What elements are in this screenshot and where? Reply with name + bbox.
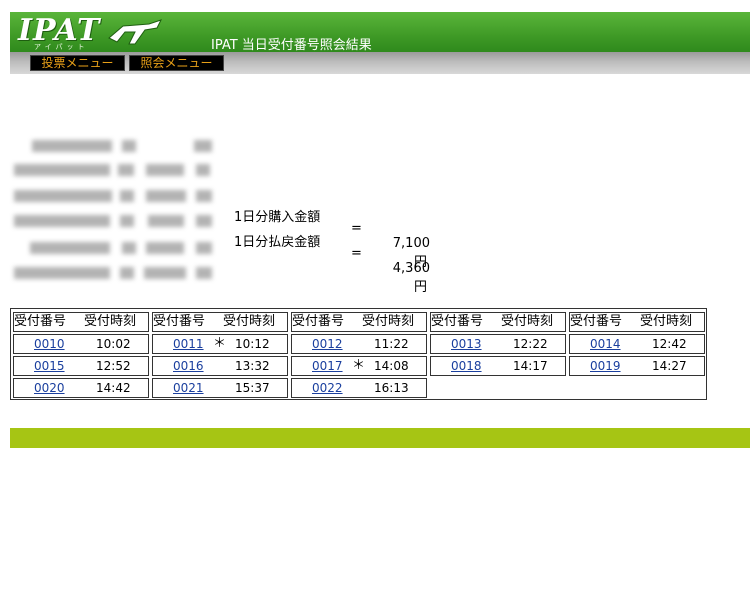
- receipt-time: 12:22: [513, 337, 548, 351]
- receipt-number-link[interactable]: 0020: [34, 379, 65, 397]
- header-cell: 受付番号 受付時刻: [430, 312, 566, 332]
- header-time-label: 受付時刻: [84, 314, 137, 329]
- receipt-number-link[interactable]: 0016: [173, 357, 204, 375]
- logo-subtitle: アイパット: [34, 43, 89, 51]
- receipt-cell: 0015 12:52: [13, 356, 149, 376]
- refund-equals: =: [351, 246, 362, 261]
- receipt-number-link[interactable]: 0017: [312, 357, 343, 375]
- receipt-cell: 0012 11:22: [291, 334, 427, 354]
- header-time-label: 受付時刻: [362, 314, 415, 329]
- receipt-time: 11:22: [374, 337, 409, 351]
- receipt-time: 14:42: [96, 381, 131, 395]
- header-cell: 受付番号 受付時刻: [569, 312, 705, 332]
- purchase-equals: =: [351, 221, 362, 236]
- nav-bar: 投票メニュー 照会メニュー: [10, 52, 750, 74]
- header-number-label: 受付番号: [292, 314, 345, 329]
- header-number-label: 受付番号: [14, 314, 67, 329]
- header-number-label: 受付番号: [153, 314, 206, 329]
- purchase-value: 7,100: [392, 236, 430, 251]
- receipt-time: 10:02: [96, 337, 131, 351]
- account-info-redacted: [14, 138, 214, 290]
- footer-bar: [10, 428, 750, 448]
- receipt-time: 15:37: [235, 381, 270, 395]
- receipt-number-link[interactable]: 0015: [34, 357, 65, 375]
- receipt-cell: 0020 14:42: [13, 378, 149, 398]
- refund-label: 1日分払戻金額: [234, 235, 321, 250]
- receipt-cell: 0011 ＊ 10:12: [152, 334, 288, 354]
- refund-value: 4,360: [392, 261, 430, 276]
- receipt-cell: 0017 ＊ 14:08: [291, 356, 427, 376]
- receipt-time: 14:17: [513, 359, 548, 373]
- receipt-time: 14:08: [374, 359, 409, 373]
- purchase-label: 1日分購入金額: [234, 210, 321, 225]
- receipt-number-link[interactable]: 0011: [173, 335, 204, 353]
- header-time-label: 受付時刻: [223, 314, 276, 329]
- receipt-cell: 0022 16:13: [291, 378, 427, 398]
- header-number-label: 受付番号: [570, 314, 623, 329]
- receipt-time: 14:27: [652, 359, 687, 373]
- receipt-time: 10:12: [235, 337, 270, 351]
- receipt-time: 12:52: [96, 359, 131, 373]
- refund-amount-line: 1日分払戻金額 = 4,360 円: [234, 216, 430, 295]
- receipt-cell: 0019 14:27: [569, 356, 705, 376]
- header-time-label: 受付時刻: [640, 314, 693, 329]
- receipt-number-link[interactable]: 0019: [590, 357, 621, 375]
- header-cell: 受付番号 受付時刻: [291, 312, 427, 332]
- page-title: IPAT 当日受付番号照会結果: [211, 38, 372, 53]
- header-number-label: 受付番号: [431, 314, 484, 329]
- receipt-number-link[interactable]: 0021: [173, 379, 204, 397]
- receipt-time: 12:42: [652, 337, 687, 351]
- header-time-label: 受付時刻: [501, 314, 554, 329]
- receipt-number-link[interactable]: 0013: [451, 335, 482, 353]
- receipt-mark: ＊: [213, 336, 227, 351]
- receipt-time: 13:32: [235, 359, 270, 373]
- receipt-cell: 0021 15:37: [152, 378, 288, 398]
- receipt-number-link[interactable]: 0018: [451, 357, 482, 375]
- receipt-number-link[interactable]: 0010: [34, 335, 65, 353]
- receipt-cell: 0014 12:42: [569, 334, 705, 354]
- receipt-cell: 0018 14:17: [430, 356, 566, 376]
- receipt-number-link[interactable]: 0012: [312, 335, 343, 353]
- receipt-table: 受付番号 受付時刻 受付番号 受付時刻 受付番号 受付時刻 受付番号 受付時刻 受付番号 受付時刻…: [10, 308, 707, 400]
- refund-unit: 円: [414, 280, 428, 295]
- vote-menu-button[interactable]: 投票メニュー: [30, 55, 125, 71]
- receipt-number-link[interactable]: 0014: [590, 335, 621, 353]
- inquiry-menu-button[interactable]: 照会メニュー: [129, 55, 224, 71]
- receipt-cell: 0013 12:22: [430, 334, 566, 354]
- header-cell: 受付番号 受付時刻: [13, 312, 149, 332]
- receipt-mark: ＊: [352, 358, 366, 373]
- receipt-time: 16:13: [374, 381, 409, 395]
- header-cell: 受付番号 受付時刻: [152, 312, 288, 332]
- receipt-cell: 0010 10:02: [13, 334, 149, 354]
- header-bar: IPAT アイパット IPAT 当日受付番号照会結果: [10, 12, 750, 53]
- receipt-cell: 0016 13:32: [152, 356, 288, 376]
- receipt-number-link[interactable]: 0022: [312, 379, 343, 397]
- horse-logo-icon: [108, 19, 162, 45]
